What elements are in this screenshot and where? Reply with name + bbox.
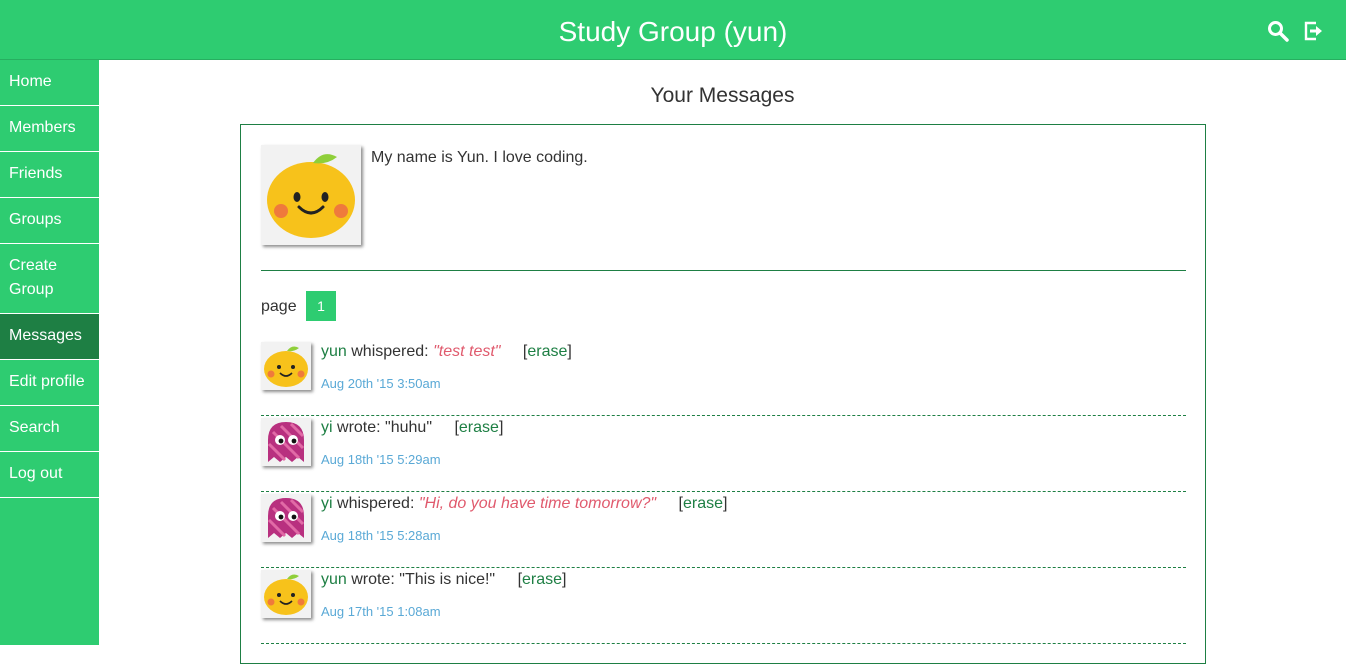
- message-line: yun wrote: "This is nice!" [erase]: [321, 571, 567, 589]
- message-verb: whispered:: [351, 343, 429, 360]
- logout-icon[interactable]: [1303, 20, 1325, 42]
- message-date: Aug 18th '15 5:28am: [321, 528, 441, 543]
- author-link[interactable]: yun: [321, 571, 347, 588]
- sidebar-item-search[interactable]: Search: [0, 406, 99, 452]
- erase-wrapper: [erase]: [454, 419, 504, 436]
- message-verb: wrote:: [351, 571, 395, 588]
- page-title: Your Messages: [650, 84, 795, 107]
- sidebar-item-log-out[interactable]: Log out: [0, 452, 99, 498]
- message-line: yun whispered: "test test" [erase]: [321, 343, 572, 361]
- sidebar-item-edit-profile[interactable]: Edit profile: [0, 360, 99, 406]
- author-avatar[interactable]: [261, 418, 311, 466]
- message-item: yi whispered: "Hi, do you have time tomo…: [261, 492, 1186, 568]
- author-avatar[interactable]: [261, 494, 311, 542]
- app-title: Study Group (yun): [558, 16, 788, 47]
- sidebar-item-friends[interactable]: Friends: [0, 152, 99, 198]
- message-item: yun wrote: "This is nice!" [erase] Aug 1…: [261, 568, 1186, 644]
- message-text: "test test": [433, 343, 501, 360]
- erase-wrapper: [erase]: [517, 571, 567, 588]
- author-avatar[interactable]: [261, 342, 311, 390]
- profile-text: My name is Yun. I love coding.: [371, 149, 588, 166]
- message-item: yun whispered: "test test" [erase] Aug 2…: [261, 340, 1186, 416]
- author-link[interactable]: yi: [321, 419, 333, 436]
- message-text: "Hi, do you have time tomorrow?": [418, 495, 657, 512]
- page-1-button[interactable]: 1: [306, 291, 336, 321]
- divider: [261, 270, 1186, 271]
- search-icon[interactable]: [1267, 20, 1289, 42]
- erase-link[interactable]: erase: [683, 495, 723, 512]
- sidebar-item-members[interactable]: Members: [0, 106, 99, 152]
- message-text: "huhu": [385, 419, 432, 436]
- message-line: yi whispered: "Hi, do you have time tomo…: [321, 495, 727, 513]
- message-date: Aug 20th '15 3:50am: [321, 376, 441, 391]
- message-text: "This is nice!": [399, 571, 496, 588]
- page-label: page: [261, 298, 297, 315]
- erase-wrapper: [erase]: [678, 495, 728, 512]
- message-date: Aug 18th '15 5:29am: [321, 452, 441, 467]
- author-link[interactable]: yi: [321, 495, 333, 512]
- message-verb: whispered:: [337, 495, 415, 512]
- sidebar-item-home[interactable]: Home: [0, 60, 99, 106]
- author-link[interactable]: yun: [321, 343, 347, 360]
- profile-avatar: [261, 145, 361, 245]
- messages-panel: My name is Yun. I love coding. page 1 yu…: [240, 124, 1206, 664]
- top-bar: Study Group (yun): [0, 0, 1346, 60]
- erase-link[interactable]: erase: [522, 571, 562, 588]
- author-avatar[interactable]: [261, 570, 311, 618]
- erase-link[interactable]: erase: [527, 343, 567, 360]
- sidebar-item-create-group[interactable]: Create Group: [0, 244, 99, 314]
- sidebar-nav: Home Members Friends Groups Create Group…: [0, 60, 99, 645]
- message-item: yi wrote: "huhu" [erase] Aug 18th '15 5:…: [261, 416, 1186, 492]
- message-verb: wrote:: [337, 419, 381, 436]
- erase-wrapper: [erase]: [522, 343, 572, 360]
- sidebar-item-groups[interactable]: Groups: [0, 198, 99, 244]
- message-line: yi wrote: "huhu" [erase]: [321, 419, 503, 437]
- erase-link[interactable]: erase: [459, 419, 499, 436]
- message-date: Aug 17th '15 1:08am: [321, 604, 441, 619]
- sidebar-item-messages[interactable]: Messages: [0, 314, 99, 360]
